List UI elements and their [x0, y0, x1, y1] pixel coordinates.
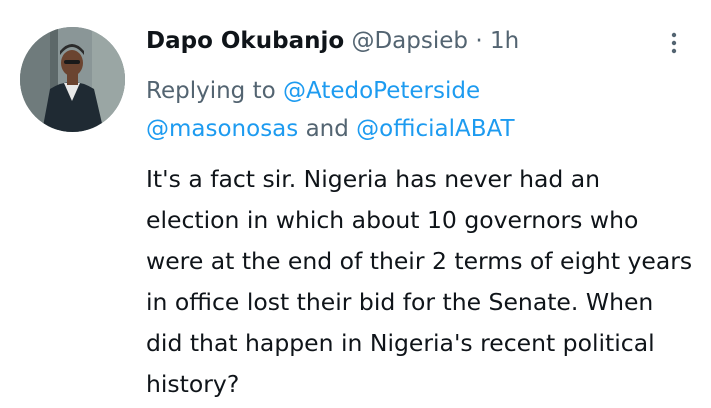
replying-to-label: Replying to: [146, 78, 283, 104]
tweet-avatar[interactable]: [20, 27, 125, 132]
vertical-ellipsis-icon[interactable]: [662, 28, 686, 58]
mention-officialabat[interactable]: @officialABAT: [356, 116, 514, 142]
author-handle[interactable]: @Dapsieb: [351, 28, 468, 54]
mention-masonosas[interactable]: @masonosas: [146, 116, 298, 142]
tweet-timestamp[interactable]: 1h: [490, 28, 519, 54]
author-display-name[interactable]: Dapo Okubanjo: [146, 28, 344, 54]
mention-atedopeterside[interactable]: @AtedoPeterside: [283, 78, 480, 104]
tweet-body-text: It's a fact sir. Nigeria has never had a…: [146, 165, 693, 398]
tweet-header: Dapo Okubanjo @Dapsieb · 1h: [146, 23, 519, 59]
replying-and-label: and: [298, 116, 357, 142]
header-separator: ·: [475, 28, 483, 54]
avatar-image: [20, 27, 125, 132]
replying-to-line: Replying to @AtedoPeterside @masonosas an…: [146, 72, 696, 148]
